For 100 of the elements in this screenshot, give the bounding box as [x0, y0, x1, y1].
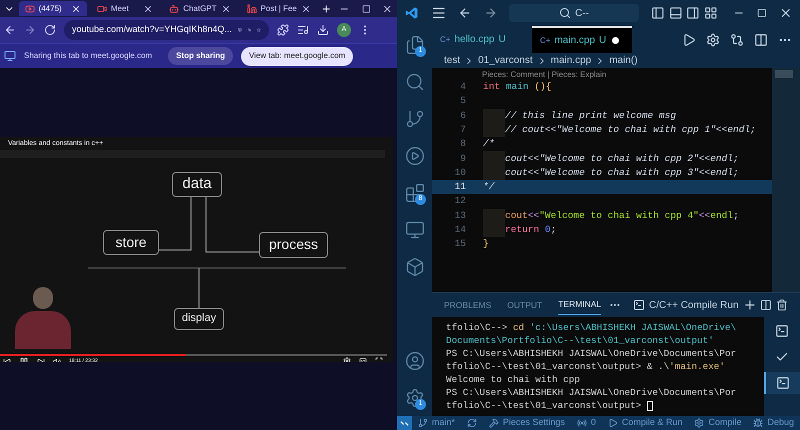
- close-icon[interactable]: [70, 4, 81, 14]
- line-number: 12: [454, 194, 466, 208]
- trash-icon[interactable]: [776, 299, 788, 311]
- browser-tab[interactable]: (4475): [18, 1, 87, 16]
- robot-icon: [169, 4, 180, 14]
- code-text: }: [483, 237, 489, 252]
- terminal-line: tfolio\C--\test\01_varconst\output> & .\'main.exe': [446, 360, 725, 373]
- toggle-secondary-sidebar-icon[interactable]: [686, 6, 700, 20]
- play-circle-icon: [404, 146, 424, 166]
- search-icon: [559, 7, 572, 19]
- maximize-icon[interactable]: [362, 4, 370, 14]
- breadcrumb-item[interactable]: test: [444, 53, 460, 68]
- code-text: cout<<"Welcome to chai with cpp 4"<<endl;: [505, 208, 739, 223]
- diagram-node: data: [172, 172, 222, 196]
- forward-icon[interactable]: [484, 6, 498, 20]
- close-icon[interactable]: [220, 4, 231, 14]
- breadcrumb-item[interactable]: main.cpp: [550, 53, 592, 68]
- line-number: 15: [454, 237, 466, 252]
- terminal-icon: [776, 376, 790, 390]
- split-terminal-icon[interactable]: [760, 299, 772, 311]
- line-number: 7: [459, 122, 466, 137]
- terminal-line: tfolio\C--\test\01_varconst\output>: [446, 399, 653, 412]
- bug-icon: [753, 418, 764, 428]
- maximize-icon[interactable]: [756, 8, 766, 18]
- split-editor-icon[interactable]: [754, 32, 768, 46]
- address-bar[interactable]: youtube.com/watch?v=YHGqIKh8n4Q...: [64, 20, 269, 40]
- new-terminal-icon[interactable]: [742, 298, 756, 312]
- branch-icon: [404, 108, 424, 128]
- media-icon[interactable]: [297, 24, 309, 36]
- cpp-file-icon: C+: [540, 34, 550, 46]
- status-item[interactable]: 0: [570, 416, 602, 430]
- back-icon[interactable]: [458, 6, 472, 20]
- breadcrumb-item[interactable]: main(): [609, 53, 638, 68]
- monitor-icon: [404, 220, 424, 240]
- indent-guide: [483, 166, 505, 180]
- menu-icon[interactable]: [430, 5, 446, 21]
- settings-icon: [404, 388, 424, 408]
- panel-tab[interactable]: OUTPUT: [507, 296, 542, 314]
- connector-line: [198, 267, 200, 308]
- toggle-sidebar-icon[interactable]: [650, 6, 664, 20]
- branch-icon: [418, 418, 428, 428]
- reload-icon[interactable]: [44, 24, 56, 36]
- code-text: */: [483, 180, 494, 194]
- video-camera-icon: [96, 4, 107, 14]
- line-number: 14: [454, 222, 466, 237]
- connector-line: [158, 196, 192, 250]
- new-tab-icon[interactable]: [320, 2, 332, 14]
- panel-tab[interactable]: TERMINAL: [558, 295, 602, 315]
- back-icon[interactable]: [4, 24, 16, 36]
- status-item[interactable]: Compile & Run: [602, 416, 688, 430]
- search-text: C--: [575, 6, 589, 20]
- browser-tab[interactable]: Meet: [90, 1, 160, 16]
- stop-sharing-button[interactable]: Stop sharing: [168, 47, 233, 65]
- close-icon[interactable]: [143, 4, 154, 14]
- diagram-node: display: [174, 308, 224, 330]
- tab-title: (4475): [38, 2, 63, 14]
- tab-filename: main.cpp: [554, 34, 596, 48]
- connector-line: [206, 196, 260, 252]
- status-item[interactable]: main*: [412, 416, 461, 430]
- terminal-list-item[interactable]: [764, 372, 800, 394]
- sync-icon: [466, 418, 477, 428]
- terminal-selector[interactable]: C/C++ Compile Run: [633, 298, 739, 312]
- address-text: youtube.com/watch?v=YHGqIKh8n4Q...: [72, 23, 232, 36]
- code-text: // cout<<"Welcome to chai with cpp 1"<<endl;: [505, 122, 756, 137]
- antenna-icon: [576, 418, 587, 428]
- remote-icon: [400, 418, 409, 428]
- account-icon: [404, 350, 424, 370]
- code-text: cout<<"Welcome to chai with cpp 3"<<endl;: [505, 166, 739, 180]
- layout-icon[interactable]: [704, 6, 718, 20]
- terminal-line: tfolio\C--> cd 'c:\Users\ABHISHEKH JAISWAL\OneDrive\: [446, 321, 736, 334]
- download-icon[interactable]: [317, 24, 329, 36]
- remote-button[interactable]: [397, 416, 412, 430]
- status-item[interactable]: Debug: [747, 416, 800, 430]
- command-search-field[interactable]: C--: [509, 4, 639, 22]
- terminal-icon: [633, 299, 646, 311]
- view-tab-button[interactable]: View tab: meet.google.com: [240, 46, 354, 66]
- line-number: 11: [454, 180, 466, 194]
- gear-icon[interactable]: [706, 32, 720, 46]
- run-icon[interactable]: [682, 32, 696, 46]
- browser-tab[interactable]: Post | Fee: [240, 1, 317, 16]
- browser-tab[interactable]: ChatGPT: [163, 1, 237, 16]
- close-icon[interactable]: [300, 4, 311, 14]
- diagram-node: store: [103, 230, 159, 254]
- status-item[interactable]: Pieces Settings: [482, 416, 571, 430]
- line-number: 4: [459, 80, 466, 94]
- editor-tab[interactable]: C+ hello.cpp U: [432, 26, 532, 53]
- panel-tab[interactable]: PROBLEMS: [444, 296, 492, 314]
- line-number: 8: [459, 137, 466, 152]
- line-number: 13: [454, 208, 466, 223]
- compare-icon[interactable]: [730, 32, 744, 46]
- line-number: 9: [459, 152, 466, 166]
- editor-tab[interactable]: C+ main.cpp U: [532, 26, 632, 53]
- toggle-panel-icon[interactable]: [668, 6, 682, 20]
- play-logo-icon: [24, 4, 35, 14]
- vscode-logo-icon: [405, 6, 419, 20]
- hammer-icon: [488, 418, 499, 428]
- breadcrumb-item[interactable]: 01_varconst: [478, 53, 533, 68]
- status-item[interactable]: Compile: [688, 416, 748, 430]
- extensions-icon[interactable]: [277, 24, 289, 36]
- codelens-text[interactable]: Pieces: Comment | Pieces: Explain: [432, 69, 606, 80]
